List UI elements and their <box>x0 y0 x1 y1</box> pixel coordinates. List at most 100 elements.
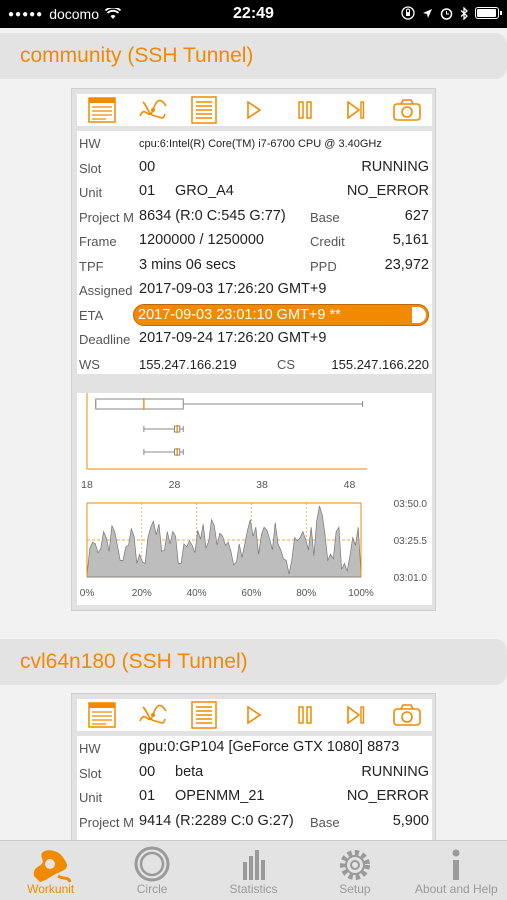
location-icon <box>423 8 432 18</box>
ppd-label: PPD <box>310 258 337 274</box>
x-tick-label: 38 <box>256 479 268 491</box>
x-tick-label: 28 <box>169 479 181 491</box>
x-tick-label: 0% <box>80 588 95 599</box>
x-tick-label: 18 <box>81 479 93 491</box>
log-viewer-icon <box>88 97 117 123</box>
workunit-info: HW cpu:6:Intel(R) Core(TM) i7-6700 CPU @… <box>77 131 432 374</box>
frame-time-area-series <box>86 505 362 578</box>
eta-progress-bar: 2017-09-03 23:01:10 GMT+9 ** <box>133 303 429 326</box>
pause-button[interactable] <box>287 95 323 125</box>
status-bar: ●●●●● docomo 22:49 <box>0 0 507 28</box>
y-tick-label: 03:25.5 <box>394 536 428 547</box>
cs-value: 155.247.166.220 <box>331 356 429 372</box>
battery-icon <box>475 7 502 19</box>
alarm-icon <box>440 7 453 20</box>
unit-label: Unit <box>79 185 103 200</box>
work-queue-icon <box>191 96 217 124</box>
tab-bar: Workunit Circle Statistics Setup About a… <box>0 840 507 900</box>
slot-header-community[interactable]: community (SSH Tunnel) <box>0 33 507 79</box>
credit-label: Credit <box>310 234 345 249</box>
frame-value: 1200000 / 1250000 <box>139 232 264 248</box>
ws-value: 155.247.166.219 <box>139 356 237 372</box>
frame-row: Frame 1200000 / 1250000 Credit 5,161 <box>77 229 432 254</box>
finish-icon <box>347 706 365 724</box>
tpf-label: TPF <box>79 258 104 274</box>
play-button[interactable] <box>236 95 272 125</box>
hw-value: gpu:0:GP104 [GeForce GTX 1080] 8873 <box>139 739 400 755</box>
assigned-value: 2017-09-03 17:26:20 GMT+9 <box>139 281 327 297</box>
slot-value: 00 <box>139 158 156 175</box>
camera-icon <box>392 704 421 726</box>
log-viewer-button[interactable] <box>84 700 120 730</box>
panel-toolbar <box>77 94 432 126</box>
play-button[interactable] <box>236 700 272 730</box>
x-tick-label: 100% <box>348 588 374 599</box>
log-viewer-button[interactable] <box>84 95 120 125</box>
tab-label: Workunit <box>27 882 75 896</box>
eta-label: ETA <box>79 307 104 323</box>
tab-label: About and Help <box>414 882 498 896</box>
x-tick-label: 40% <box>187 588 207 599</box>
unit-number: 01 <box>139 788 156 804</box>
tab-circle[interactable]: Circle <box>101 841 202 900</box>
eta-row: ETA 2017-09-03 23:01:10 GMT+9 ** <box>77 303 432 328</box>
tab-label: Setup <box>339 882 371 896</box>
finish-icon <box>347 101 365 119</box>
ppd-value: 23,972 <box>384 256 429 273</box>
project-row: Project M 9414 (R:2289 C:0 G:27) Base 5,… <box>77 810 432 835</box>
finish-button[interactable] <box>338 95 374 125</box>
base-label: Base <box>310 814 340 830</box>
project-label: Project M <box>79 209 134 225</box>
pause-icon <box>298 101 312 119</box>
work-queue-icon <box>191 701 217 729</box>
tab-label: Statistics <box>229 882 278 896</box>
hw-value: cpu:6:Intel(R) Core(TM) i7-6700 CPU @ 3.… <box>139 138 382 150</box>
slot-label: Slot <box>79 160 102 176</box>
tpf-value: 3 mins 06 secs <box>139 256 236 273</box>
log-viewer-icon <box>88 702 117 728</box>
server-row: WS 155.247.166.219 CS 155.247.166.220 <box>77 352 432 377</box>
frame-time-history-chart: 03:50.0 03:25.5 03:01.0 0% 20% 40% 60% 80% 100% <box>80 499 428 599</box>
work-queue-button[interactable] <box>186 95 222 125</box>
project-value: 9414 (R:2289 C:0 G:27) <box>139 812 294 829</box>
orientation-lock-icon <box>401 6 415 20</box>
slot-row: Slot 00 beta RUNNING <box>77 761 432 786</box>
hw-label: HW <box>79 741 101 756</box>
tab-workunit[interactable]: Workunit <box>0 841 101 900</box>
info-icon <box>452 849 460 880</box>
pause-button[interactable] <box>287 700 323 730</box>
slot-title: cvl64n180 (SSH Tunnel) <box>20 650 248 673</box>
bar-chart-icon <box>242 850 265 880</box>
y-tick-label: 03:01.0 <box>394 573 428 584</box>
unit-status: NO_ERROR <box>346 183 429 199</box>
frame-label: Frame <box>79 234 117 249</box>
tab-setup[interactable]: Setup <box>304 841 405 900</box>
unit-number: 01 <box>139 183 156 199</box>
deadline-value: 2017-09-24 17:26:20 GMT+9 <box>139 330 327 346</box>
hw-label: HW <box>79 136 101 151</box>
protein-icon <box>139 704 167 724</box>
base-value: 5,900 <box>392 812 429 829</box>
unit-row: Unit 01 GRO_A4 NO_ERROR <box>77 180 432 205</box>
ws-label: WS <box>79 356 100 372</box>
protein-viewer-button[interactable] <box>135 95 171 125</box>
base-value: 627 <box>404 207 429 224</box>
unit-core: OPENMM_21 <box>175 788 265 804</box>
frame-time-box-plot: 18 28 38 48 <box>81 393 367 491</box>
play-icon <box>247 101 262 119</box>
finish-button[interactable] <box>338 700 374 730</box>
eta-value: 2017-09-03 23:01:10 GMT+9 ** <box>138 306 341 323</box>
screenshot-button[interactable] <box>389 700 425 730</box>
work-queue-button[interactable] <box>186 700 222 730</box>
project-row: Project M 8634 (R:0 C:545 G:77) Base 627 <box>77 205 432 230</box>
screenshot-button[interactable] <box>389 95 425 125</box>
tab-about-and-help[interactable]: About and Help <box>406 841 507 900</box>
workunit-panel-community: HW cpu:6:Intel(R) Core(TM) i7-6700 CPU @… <box>71 88 436 611</box>
gear-icon <box>339 850 370 880</box>
slot-header-cvl64n180[interactable]: cvl64n180 (SSH Tunnel) <box>0 639 507 685</box>
workunit-icon <box>33 850 72 883</box>
slot-status: RUNNING <box>361 158 429 175</box>
tab-statistics[interactable]: Statistics <box>203 841 304 900</box>
protein-viewer-button[interactable] <box>135 700 171 730</box>
cs-label: CS <box>277 356 296 372</box>
